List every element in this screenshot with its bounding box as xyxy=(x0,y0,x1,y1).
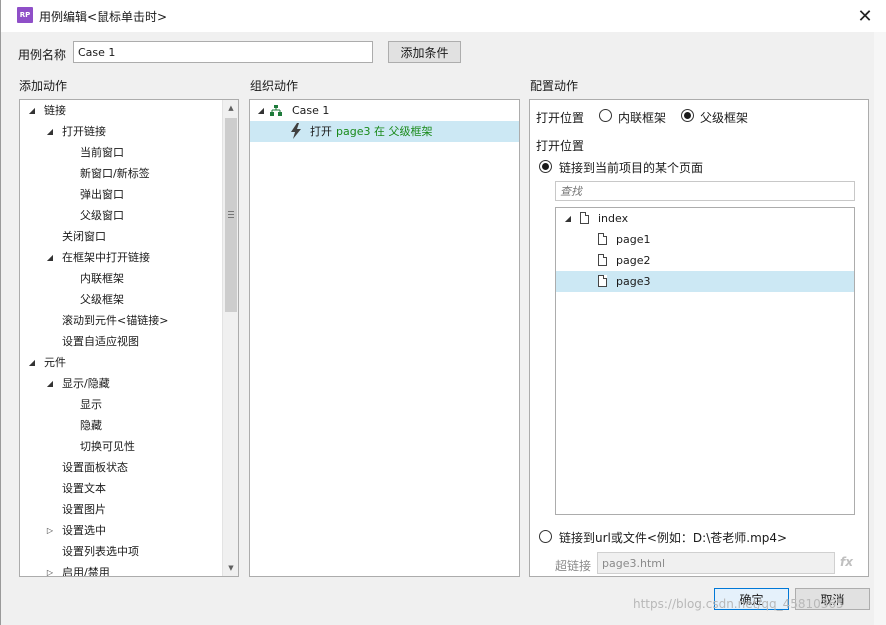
collapsed-triangle-icon[interactable]: ▷ xyxy=(46,520,54,541)
action-item-open-page[interactable]: 打开 page3 在 父级框架 xyxy=(250,121,519,142)
action-tree-item[interactable]: 切换可见性 xyxy=(80,436,135,457)
case-tree-icon xyxy=(270,105,282,116)
action-tree-item[interactable]: 滚动到元件<锚链接> xyxy=(62,310,168,331)
action-detail: page3 在 父级框架 xyxy=(336,125,433,138)
close-icon: ✕ xyxy=(857,5,873,27)
watermark-text: https://blog.csdn.net/qq_45810365 xyxy=(633,597,844,611)
action-tree-scrollbar[interactable]: ▲ ▼ xyxy=(222,100,238,576)
page-tree: ◢ index page1 page2 page3 xyxy=(555,207,855,515)
action-tree-item[interactable]: 当前窗口 xyxy=(80,142,124,163)
page-icon xyxy=(580,212,589,224)
action-tree-item[interactable]: 父级窗口 xyxy=(80,205,124,226)
title-bar[interactable]: RP 用例编辑<鼠标单击时> ✕ xyxy=(1,0,886,32)
hyperlink-label: 超链接 xyxy=(555,559,592,573)
page-icon xyxy=(598,275,607,287)
action-tree-item[interactable]: 父级框架 xyxy=(80,289,124,310)
dialog-title: 用例编辑<鼠标单击时> xyxy=(39,10,168,24)
link-to-page-label: 链接到当前项目的某个页面 xyxy=(559,161,704,175)
action-tree-item[interactable]: 内联框架 xyxy=(80,268,124,289)
expanded-triangle-icon[interactable]: ◢ xyxy=(28,100,36,121)
background-window-strip xyxy=(874,32,886,625)
parent-frame-label: 父级框架 xyxy=(700,111,749,125)
action-tree-item[interactable]: 设置列表选中项 xyxy=(62,541,139,562)
link-to-url-label: 链接到url或文件<例如：D:\苍老师.mp4> xyxy=(559,531,788,545)
action-tree-item[interactable]: 隐藏 xyxy=(80,415,102,436)
case-name-label: 用例名称 xyxy=(18,48,67,62)
open-target-label: 打开位置 xyxy=(536,139,585,153)
expand-triangle-icon[interactable]: ◢ xyxy=(257,100,265,121)
page-tree-item[interactable]: page2 xyxy=(616,250,650,271)
action-tree-item[interactable]: 弹出窗口 xyxy=(80,184,124,205)
case-name-input[interactable] xyxy=(73,41,373,63)
inline-frame-label: 内联框架 xyxy=(618,111,667,125)
add-action-heading: 添加动作 xyxy=(19,79,68,93)
action-tree-item[interactable]: 设置面板状态 xyxy=(62,457,128,478)
parent-frame-radio[interactable] xyxy=(681,109,694,122)
link-to-page-radio[interactable] xyxy=(539,160,552,173)
page-tree-item[interactable]: page1 xyxy=(616,229,650,250)
expanded-triangle-icon[interactable]: ◢ xyxy=(46,121,54,142)
case-editor-dialog: RP 用例编辑<鼠标单击时> ✕ 用例名称 添加条件 添加动作 组织动作 配置动… xyxy=(0,0,886,625)
action-tree-item[interactable]: 设置自适应视图 xyxy=(62,331,139,352)
action-tree-item[interactable]: 关闭窗口 xyxy=(62,226,106,247)
action-tree-item[interactable]: 元件 xyxy=(44,352,66,373)
open-in-label: 打开位置 xyxy=(536,111,585,125)
page-search-input[interactable] xyxy=(555,181,855,201)
scrollbar-thumb[interactable] xyxy=(225,118,237,312)
action-tree-item[interactable]: 显示 xyxy=(80,394,102,415)
add-action-panel: ◢ 链接 ◢ 打开链接 当前窗口 新窗口/新标签 弹出窗口 父级窗口 关闭窗口 ◢ 在框架中打开链接… xyxy=(19,99,239,577)
inline-frame-radio[interactable] xyxy=(599,109,612,122)
action-tree-item[interactable]: 新窗口/新标签 xyxy=(80,163,150,184)
fx-icon[interactable]: fx xyxy=(840,555,853,569)
lightning-icon xyxy=(291,123,301,139)
action-tree-item[interactable]: 设置选中 xyxy=(62,520,106,541)
expanded-triangle-icon[interactable]: ◢ xyxy=(28,352,36,373)
page-icon xyxy=(598,233,607,245)
collapsed-triangle-icon[interactable]: ▷ xyxy=(46,562,54,576)
page-tree-item[interactable]: page3 xyxy=(616,271,650,292)
action-verb: 打开 xyxy=(310,125,332,138)
action-tree-item[interactable]: 设置图片 xyxy=(62,499,106,520)
page-tree-item[interactable]: index xyxy=(598,208,628,229)
action-tree-item[interactable]: 链接 xyxy=(44,100,66,121)
case-item[interactable]: Case 1 xyxy=(292,100,329,121)
scroll-down-arrow-icon[interactable]: ▼ xyxy=(223,560,238,576)
close-button[interactable]: ✕ xyxy=(849,2,881,30)
link-to-url-radio[interactable] xyxy=(539,530,552,543)
axure-rp-icon: RP xyxy=(17,7,33,23)
action-tree-item[interactable]: 设置文本 xyxy=(62,478,106,499)
configure-action-panel: 打开位置 内联框架 父级框架 打开位置 链接到当前项目的某个页面 ◢indexp… xyxy=(529,99,869,577)
action-tree-item[interactable]: 启用/禁用 xyxy=(62,562,110,576)
organize-action-panel: ◢ Case 1 打开 page3 在 父级框架 xyxy=(249,99,520,577)
page-icon xyxy=(598,254,607,266)
action-tree-item[interactable]: 打开链接 xyxy=(62,121,106,142)
organize-action-heading: 组织动作 xyxy=(250,79,299,93)
hyperlink-input[interactable] xyxy=(597,552,835,574)
configure-action-heading: 配置动作 xyxy=(530,79,579,93)
expanded-triangle-icon[interactable]: ◢ xyxy=(564,208,572,229)
expanded-triangle-icon[interactable]: ◢ xyxy=(46,247,54,268)
scroll-up-arrow-icon[interactable]: ▲ xyxy=(223,100,238,116)
action-tree-item[interactable]: 显示/隐藏 xyxy=(62,373,110,394)
add-condition-button[interactable]: 添加条件 xyxy=(388,41,461,63)
expanded-triangle-icon[interactable]: ◢ xyxy=(46,373,54,394)
action-tree-item[interactable]: 在框架中打开链接 xyxy=(62,247,150,268)
